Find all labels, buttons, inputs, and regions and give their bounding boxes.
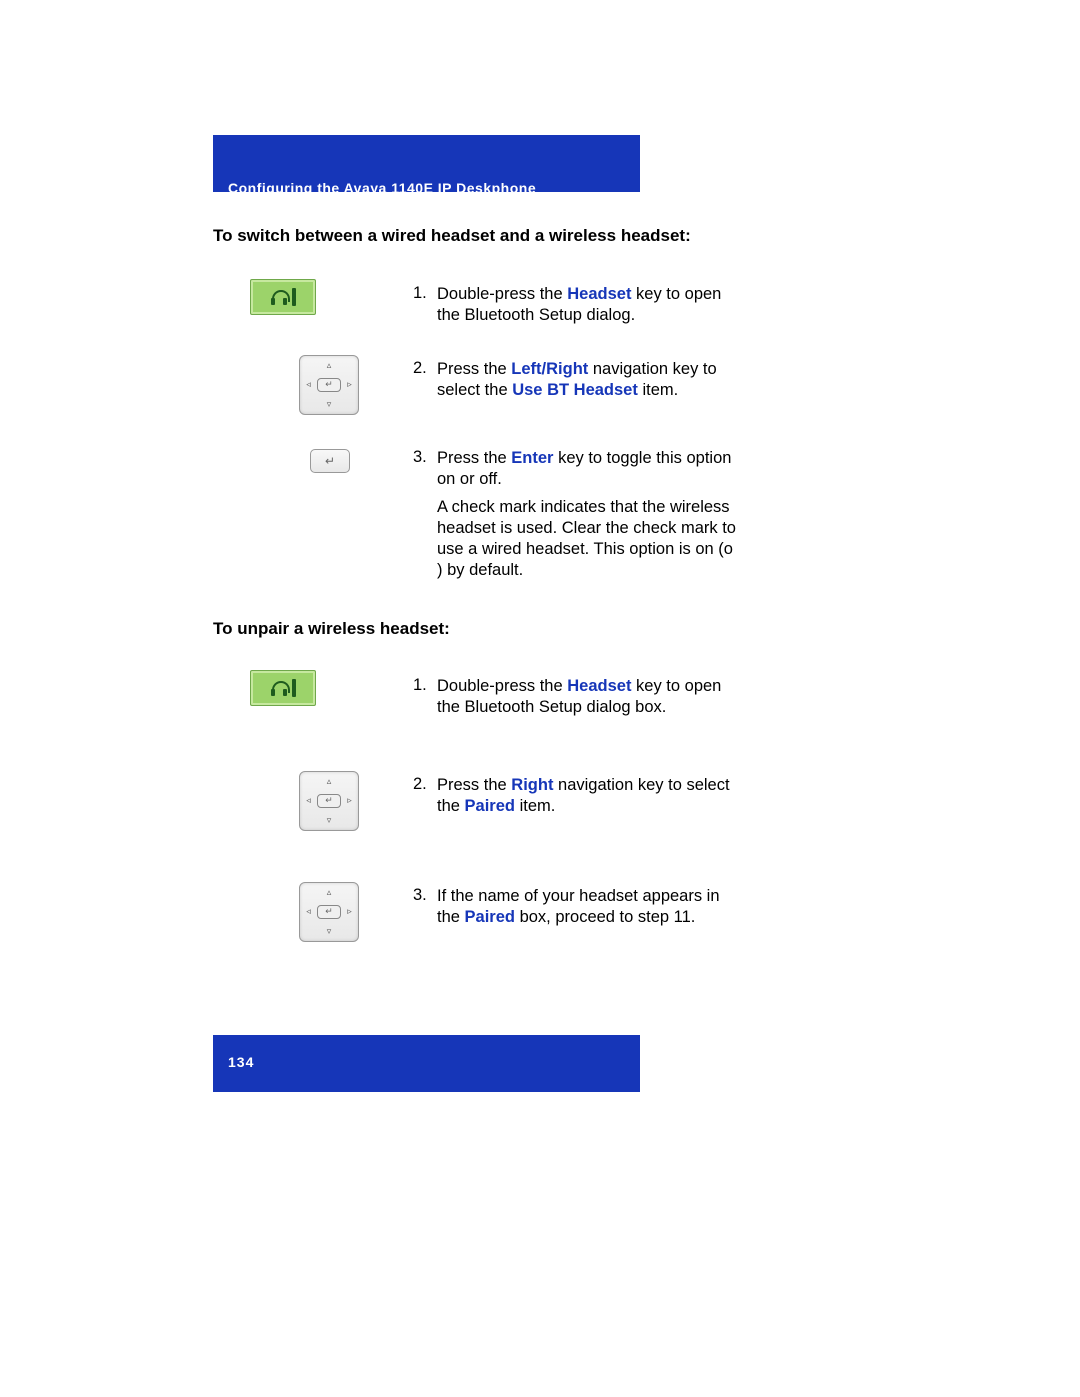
section-2-step-2: 2. Press the Right navigation key to sel… xyxy=(413,775,737,817)
headset-key-icon xyxy=(250,279,316,315)
section-1-note: A check mark indicates that the wireless… xyxy=(437,497,737,581)
chevron-down-icon: ▿ xyxy=(327,926,332,937)
chevron-down-icon: ▿ xyxy=(327,399,332,410)
section-2-step-3: 3. If the name of your headset appears i… xyxy=(413,886,737,928)
chevron-left-icon: ◃ xyxy=(306,906,311,917)
chevron-right-icon: ▹ xyxy=(347,379,352,390)
enter-icon: ↵ xyxy=(317,794,341,808)
headset-icon xyxy=(270,679,288,697)
enter-icon: ↵ xyxy=(317,378,341,392)
chevron-right-icon: ▹ xyxy=(347,906,352,917)
chevron-up-icon: ▵ xyxy=(327,887,332,898)
section-1-step-1: 1. Double-press the Headset key to open … xyxy=(413,284,737,326)
chevron-right-icon: ▹ xyxy=(347,795,352,806)
headset-icon xyxy=(270,288,288,306)
chevron-up-icon: ▵ xyxy=(327,776,332,787)
footer-bar xyxy=(213,1035,640,1092)
dpad-icon: ▵ ◃ ↵ ▹ ▿ xyxy=(299,355,359,415)
headset-key-icon xyxy=(250,670,316,706)
section-2-step-1: 1. Double-press the Headset key to open … xyxy=(413,676,737,718)
enter-icon: ↵ xyxy=(317,905,341,919)
dpad-icon: ▵ ◃ ↵ ▹ ▿ xyxy=(299,882,359,942)
chevron-left-icon: ◃ xyxy=(306,379,311,390)
page-number: 134 xyxy=(228,1054,254,1070)
section-1-step-3: 3. Press the Enter key to toggle this op… xyxy=(413,448,737,490)
chevron-left-icon: ◃ xyxy=(306,795,311,806)
chevron-down-icon: ▿ xyxy=(327,815,332,826)
header-title: Configuring the Avaya 1140E IP Deskphone xyxy=(228,180,536,196)
section-1-step-2: 2. Press the Left/Right navigation key t… xyxy=(413,359,737,401)
section-1-heading: To switch between a wired headset and a … xyxy=(213,226,691,246)
document-page: Configuring the Avaya 1140E IP Deskphone… xyxy=(0,0,1080,1397)
dpad-icon: ▵ ◃ ↵ ▹ ▿ xyxy=(299,771,359,831)
chevron-up-icon: ▵ xyxy=(327,360,332,371)
enter-key-icon: ↵ xyxy=(310,449,350,473)
section-2-heading: To unpair a wireless headset: xyxy=(213,619,450,639)
